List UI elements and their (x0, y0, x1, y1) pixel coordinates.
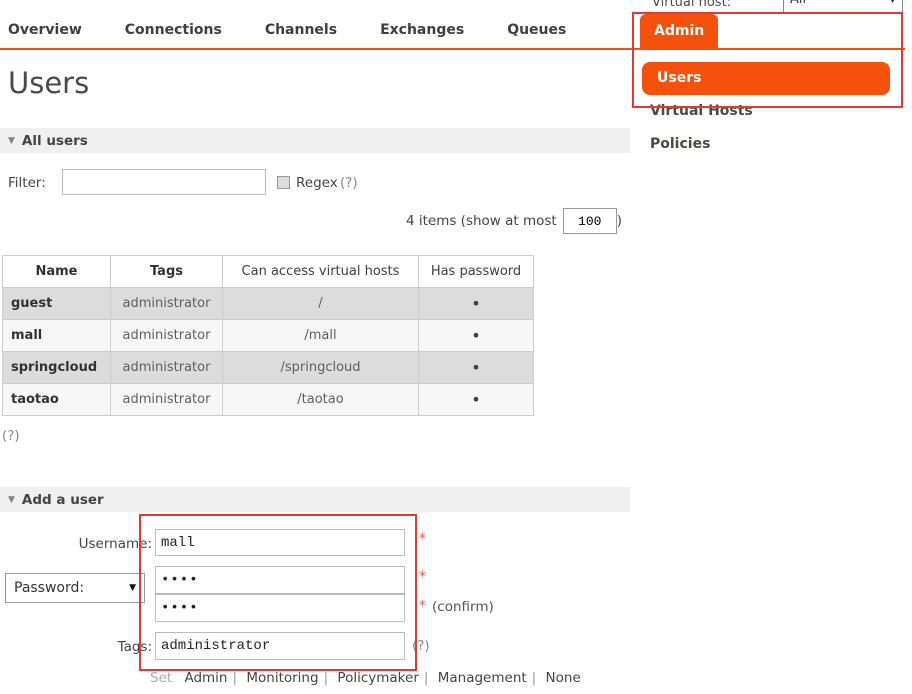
user-name-link[interactable]: guest (3, 288, 111, 320)
required-marker: * (419, 531, 426, 547)
chevron-down-icon: ▼ (889, 0, 896, 5)
show-at-most-input[interactable] (563, 208, 617, 234)
tags-label: Tags: (40, 639, 152, 655)
collapse-triangle-icon: ▼ (8, 495, 15, 505)
sidebar-item-policies[interactable]: Policies (650, 136, 710, 152)
username-field[interactable] (155, 529, 405, 556)
table-row: guest administrator / • (3, 288, 534, 320)
tab-channels[interactable]: Channels (265, 22, 337, 38)
user-vhosts: /taotao (223, 384, 419, 416)
add-user-section-header[interactable]: ▼ Add a user (0, 487, 630, 512)
tab-overview[interactable]: Overview (8, 22, 82, 38)
sidebar-item-users-selected[interactable]: Users (642, 62, 890, 95)
tab-exchanges[interactable]: Exchanges (380, 22, 464, 38)
separator: | (233, 670, 238, 686)
col-header-has-password: Has password (419, 256, 534, 288)
regex-label: Regex (296, 175, 338, 191)
confirm-note: (confirm) (432, 599, 494, 615)
has-password-dot: • (419, 320, 534, 352)
table-row: mall administrator /mall • (3, 320, 534, 352)
sidebar-item-virtual-hosts[interactable]: Virtual Hosts (650, 103, 753, 119)
user-tags: administrator (111, 320, 223, 352)
filter-input[interactable] (62, 169, 266, 195)
user-tags: administrator (111, 352, 223, 384)
user-tags: administrator (111, 288, 223, 320)
password-field[interactable] (155, 566, 405, 594)
username-label: Username: (40, 536, 152, 552)
col-header-name: Name (3, 256, 111, 288)
set-tag-policymaker[interactable]: Policymaker (337, 670, 418, 686)
has-password-dot: • (419, 352, 534, 384)
items-summary-row: 4 items (show at most ) (300, 208, 622, 234)
chevron-down-icon: ▼ (129, 583, 136, 593)
table-help-link[interactable]: (?) (2, 428, 20, 444)
regex-checkbox[interactable] (277, 176, 290, 189)
set-label: Set (150, 670, 172, 686)
set-tag-none[interactable]: None (546, 670, 581, 686)
tags-help-link[interactable]: (?) (412, 638, 430, 654)
regex-help-link[interactable]: (?) (340, 175, 358, 191)
nav-underline (0, 48, 905, 50)
user-vhosts: / (223, 288, 419, 320)
page-title: Users (8, 66, 89, 100)
table-row: springcloud administrator /springcloud • (3, 352, 534, 384)
users-table: Name Tags Can access virtual hosts Has p… (2, 255, 534, 416)
collapse-triangle-icon: ▼ (8, 136, 15, 146)
separator: | (532, 670, 537, 686)
table-row: taotao administrator /taotao • (3, 384, 534, 416)
has-password-dot: • (419, 384, 534, 416)
col-header-vhosts: Can access virtual hosts (223, 256, 419, 288)
set-tags-shortcuts: Set Admin | Monitoring | Policymaker | Mana… (150, 670, 581, 686)
col-header-tags: Tags (111, 256, 223, 288)
password-type-select[interactable]: Password: ▼ (5, 573, 145, 603)
items-summary-text: 4 items (show at most (406, 213, 557, 229)
user-tags: administrator (111, 384, 223, 416)
set-tag-admin[interactable]: Admin (184, 670, 227, 686)
items-summary-close-paren: ) (617, 213, 622, 229)
tab-admin-active[interactable]: Admin (640, 14, 718, 49)
tab-connections[interactable]: Connections (125, 22, 222, 38)
separator: | (324, 670, 329, 686)
separator: | (424, 670, 429, 686)
tab-queues[interactable]: Queues (507, 22, 566, 38)
virtual-host-selected-value: All (790, 0, 806, 7)
virtual-host-select[interactable]: All ▼ (783, 0, 903, 13)
password-type-selected-value: Password: (14, 580, 84, 596)
main-nav: Overview Connections Channels Exchanges … (8, 22, 566, 38)
required-marker: * (419, 569, 426, 585)
user-vhosts: /springcloud (223, 352, 419, 384)
all-users-section-header[interactable]: ▼ All users (0, 128, 630, 153)
user-name-link[interactable]: springcloud (3, 352, 111, 384)
filter-label: Filter: (8, 175, 46, 191)
has-password-dot: • (419, 288, 534, 320)
user-name-link[interactable]: taotao (3, 384, 111, 416)
user-vhosts: /mall (223, 320, 419, 352)
table-header-row: Name Tags Can access virtual hosts Has p… (3, 256, 534, 288)
user-name-link[interactable]: mall (3, 320, 111, 352)
add-user-section-title: Add a user (22, 492, 104, 508)
all-users-section-title: All users (22, 133, 88, 149)
password-confirm-field[interactable] (155, 594, 405, 622)
set-tag-management[interactable]: Management (438, 670, 527, 686)
set-tag-monitoring[interactable]: Monitoring (246, 670, 318, 686)
tags-field[interactable] (155, 632, 405, 660)
required-marker: * (419, 598, 426, 614)
virtual-host-label: Virtual host: (652, 0, 731, 10)
rabbitmq-admin-users-page: Virtual host: All ▼ Overview Connections… (0, 0, 912, 694)
